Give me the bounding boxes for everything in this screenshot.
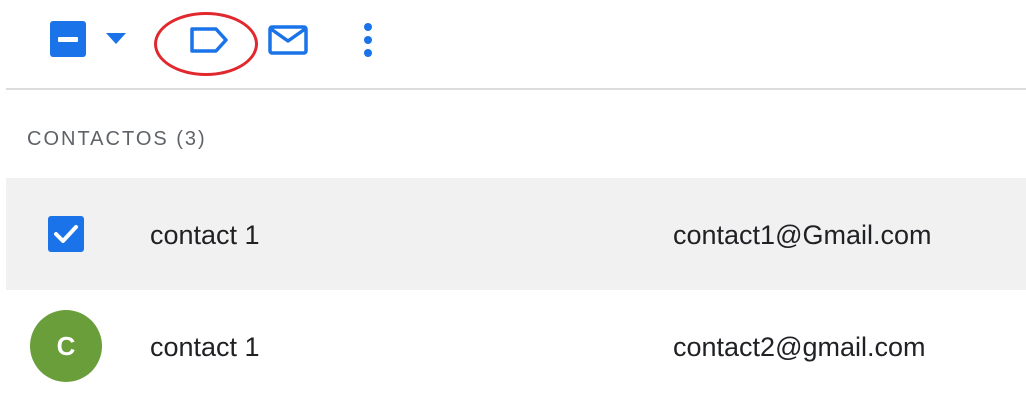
- label-button[interactable]: [185, 20, 233, 60]
- section-header: CONTACTOS (3): [27, 128, 207, 150]
- contact-row[interactable]: contact 1 contact1@Gmail.com: [6, 178, 1026, 290]
- checkbox-indeterminate-icon: [58, 36, 78, 42]
- row-checkbox[interactable]: [48, 216, 84, 252]
- contact-email: contact1@Gmail.com: [673, 220, 932, 250]
- label-icon: [190, 27, 228, 53]
- avatar-letter: C: [56, 330, 76, 361]
- contact-email: contact2@gmail.com: [673, 332, 926, 362]
- caret-down-icon: [106, 33, 126, 44]
- checkmark-icon: [54, 225, 78, 243]
- more-vert-icon: [364, 23, 372, 57]
- more-options-button[interactable]: [354, 18, 382, 62]
- contact-row[interactable]: C contact 1 contact2@gmail.com: [6, 290, 1026, 402]
- send-email-button[interactable]: [264, 20, 312, 60]
- toolbar-divider: [6, 88, 1026, 90]
- avatar[interactable]: C: [30, 310, 102, 382]
- action-toolbar: [0, 0, 1026, 88]
- contact-name: contact 1: [150, 332, 260, 362]
- contact-name: contact 1: [150, 220, 260, 250]
- contacts-page: CONTACTOS (3) contact 1 contact1@Gmail.c…: [0, 0, 1026, 404]
- select-all-checkbox[interactable]: [50, 21, 86, 57]
- select-options-dropdown[interactable]: [104, 28, 128, 50]
- mail-icon: [268, 25, 308, 55]
